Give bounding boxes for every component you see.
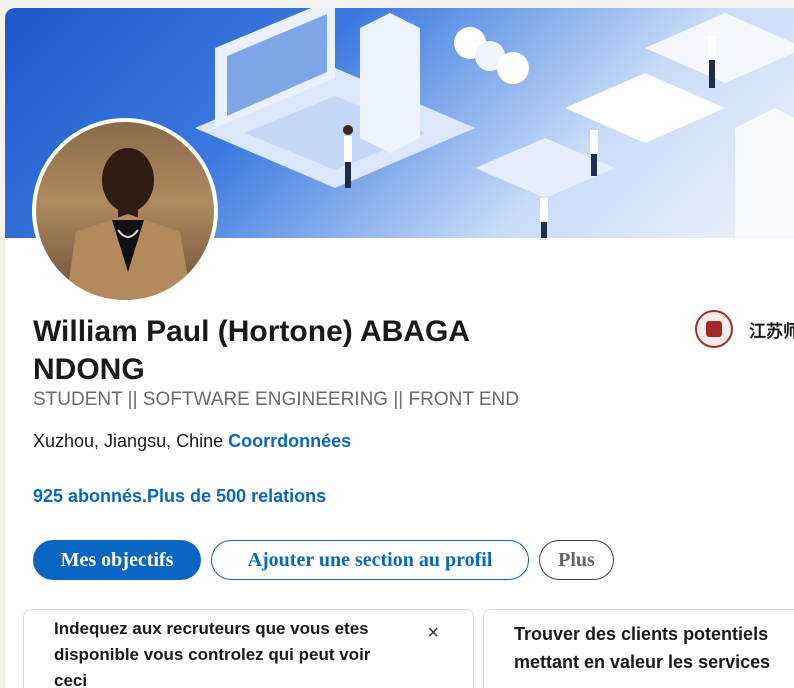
education-entry[interactable]: 江苏师: [695, 310, 794, 348]
education-name: 江苏师: [749, 321, 794, 341]
open-to-work-text: Indequez aux recruteurs que vous etes di…: [54, 619, 371, 688]
services-card[interactable]: Trouver des clients potentiels mettant e…: [483, 609, 794, 688]
objectives-button[interactable]: Mes objectifs: [33, 540, 201, 580]
profile-avatar[interactable]: [32, 118, 218, 304]
more-button[interactable]: Plus: [539, 540, 614, 580]
open-to-work-card[interactable]: Indequez aux recruteurs que vous etes di…: [23, 609, 474, 688]
contact-info-link[interactable]: Coorrdonnées: [228, 431, 351, 451]
university-logo: [695, 310, 733, 348]
close-icon[interactable]: ×: [427, 622, 439, 645]
add-profile-section-button[interactable]: Ajouter une section au profil: [211, 540, 529, 580]
profile-headline: STUDENT || SOFTWARE ENGINEERING || FRONT…: [33, 389, 519, 410]
services-text: Trouver des clients potentiels mettant e…: [514, 624, 771, 672]
avatar-photo: [36, 122, 214, 300]
followers-connections-link[interactable]: 925 abonnés.Plus de 500 relations: [33, 486, 326, 507]
profile-card: 江苏师 William Paul (Hortone) ABAGA NDONG S…: [5, 8, 794, 688]
profile-name: William Paul (Hortone) ABAGA NDONG: [33, 315, 469, 386]
profile-location-line: Xuzhou, Jiangsu, Chine Coorrdonnées: [33, 431, 351, 452]
profile-location: Xuzhou, Jiangsu, Chine: [33, 431, 224, 451]
